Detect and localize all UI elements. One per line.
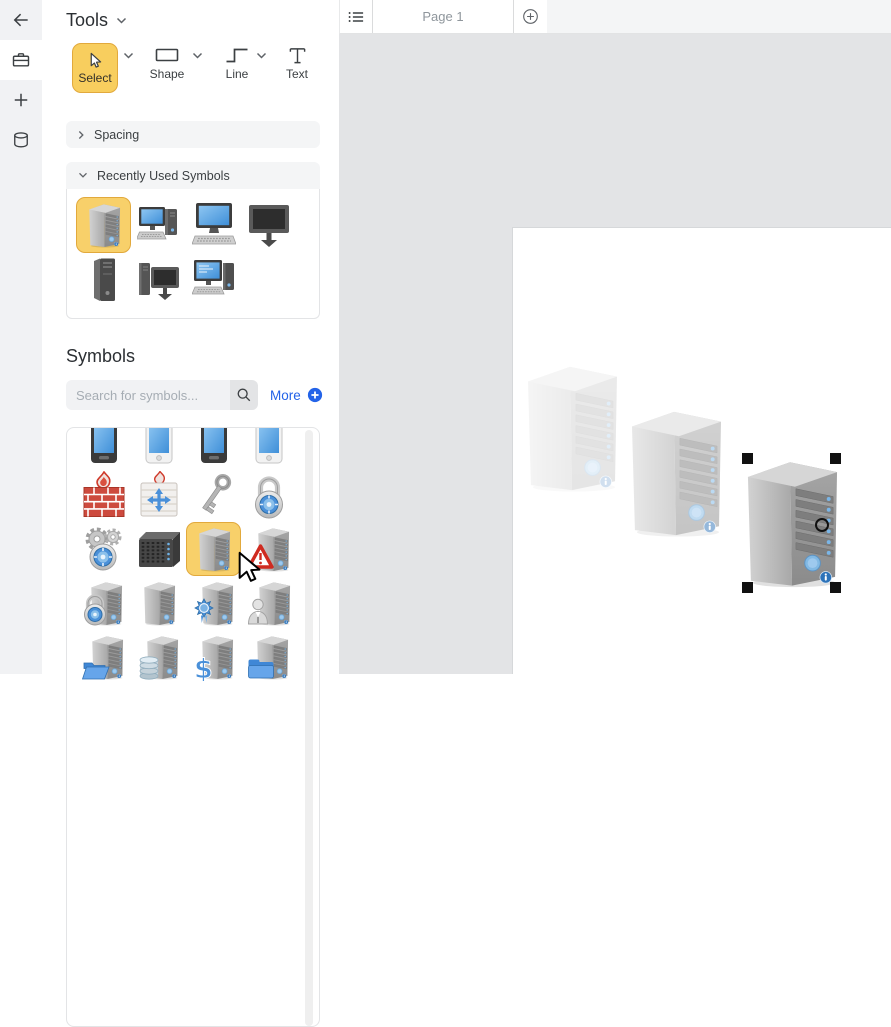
symbol-server-badge[interactable] [186, 576, 241, 630]
chevron-right-icon [78, 130, 85, 140]
search-icon [236, 387, 252, 403]
tools-header[interactable]: Tools [66, 10, 320, 31]
canvas-shape-server-lg[interactable] [629, 405, 723, 538]
tool-select[interactable]: Select [72, 43, 118, 93]
tool-line-label: Line [226, 67, 249, 81]
selection-handle[interactable] [830, 453, 841, 464]
symbols-more-link[interactable]: More [270, 387, 323, 403]
shape-dropdown-chevron[interactable] [192, 52, 203, 60]
symbol-server-tower[interactable] [186, 522, 241, 576]
app-root: Tools Select Shape Line [0, 0, 891, 674]
symbol-phone-white[interactable] [131, 427, 186, 468]
drawing-canvas[interactable] [339, 34, 891, 674]
back-button[interactable] [0, 0, 42, 40]
tool-select-label: Select [78, 71, 111, 85]
text-icon [288, 46, 307, 65]
symbol-server-folder[interactable] [241, 630, 296, 684]
symbol-pc-with-monitor[interactable] [131, 253, 186, 309]
tools-toolbar: Select Shape Line Text [66, 43, 320, 105]
symbol-padlock[interactable] [241, 468, 296, 522]
symbol-search-row: More [66, 380, 320, 410]
symbol-phone-dark[interactable] [186, 427, 241, 468]
symbol-monitor[interactable] [241, 197, 296, 253]
symbol-server-dollar[interactable] [186, 630, 241, 684]
add-page-icon [522, 8, 539, 25]
symbols-grid [67, 427, 319, 684]
chevron-down-icon [78, 172, 88, 179]
shapes-layer [339, 34, 891, 674]
section-spacing[interactable]: Spacing [66, 121, 320, 148]
selection-handle[interactable] [830, 582, 841, 593]
line-icon [225, 46, 249, 64]
canvas-area: Page 1 [339, 0, 891, 674]
symbol-key[interactable] [186, 468, 241, 522]
section-recently-used-label: Recently Used Symbols [97, 169, 230, 183]
tools-panel: Tools Select Shape Line [42, 0, 339, 674]
back-arrow-icon [11, 10, 31, 30]
tool-text-label: Text [286, 67, 308, 81]
canvas-shape-server-lg[interactable] [525, 360, 619, 493]
symbol-phone-dark[interactable] [76, 427, 131, 468]
section-recently-used[interactable]: Recently Used Symbols [66, 162, 320, 189]
tools-title: Tools [66, 10, 108, 31]
symbol-search-input[interactable] [66, 380, 230, 410]
symbol-server-folder-open[interactable] [76, 630, 131, 684]
page-list-button[interactable] [340, 0, 372, 33]
symbol-gears-lock[interactable] [76, 522, 131, 576]
symbols-card [66, 427, 320, 1027]
briefcase-icon [11, 50, 31, 70]
symbol-server-plain[interactable] [131, 576, 186, 630]
list-icon [347, 9, 365, 25]
symbol-workstation[interactable] [186, 197, 241, 253]
symbols-heading: Symbols [66, 346, 320, 367]
shape-icon [155, 46, 179, 64]
database-icon [11, 130, 31, 150]
selection-handle[interactable] [742, 582, 753, 593]
symbol-firewall[interactable] [76, 468, 131, 522]
tool-text[interactable]: Text [277, 45, 317, 83]
symbol-server-tower[interactable] [76, 197, 131, 253]
symbol-rack-switch[interactable] [131, 522, 186, 576]
rail-item-add[interactable] [0, 80, 42, 120]
page-tabbar: Page 1 [339, 0, 891, 34]
symbol-tower-pc[interactable] [76, 253, 131, 309]
connection-point-ring[interactable] [815, 518, 829, 532]
rail-item-toolbox[interactable] [0, 40, 42, 80]
recently-used-card [66, 189, 320, 319]
plus-icon [11, 90, 31, 110]
symbol-pc-blue-screen[interactable] [186, 253, 241, 309]
symbol-phone-white[interactable] [241, 427, 296, 468]
add-symbols-icon [307, 387, 323, 403]
add-page-button[interactable] [514, 0, 547, 33]
tool-shape[interactable]: Shape [147, 45, 187, 83]
symbol-server-lock[interactable] [76, 576, 131, 630]
section-spacing-label: Spacing [94, 128, 139, 142]
recently-used-grid [67, 189, 319, 309]
symbol-server-admin[interactable] [241, 576, 296, 630]
more-label: More [270, 388, 301, 403]
symbol-desktop-pc[interactable] [131, 197, 186, 253]
left-rail [0, 0, 42, 674]
select-dropdown-chevron[interactable] [123, 52, 134, 60]
symbol-server-database[interactable] [131, 630, 186, 684]
page-tab[interactable]: Page 1 [372, 0, 514, 33]
chevron-down-icon [116, 17, 127, 25]
page-tab-label: Page 1 [422, 9, 463, 24]
tool-line[interactable]: Line [217, 45, 257, 83]
symbol-search-button[interactable] [230, 380, 258, 410]
pointer-icon [87, 52, 104, 69]
tool-shape-label: Shape [150, 67, 185, 81]
symbol-server-warning[interactable] [241, 522, 296, 576]
symbols-scrollbar[interactable] [305, 430, 313, 1026]
line-dropdown-chevron[interactable] [256, 52, 267, 60]
selection-handle[interactable] [742, 453, 753, 464]
rail-item-data[interactable] [0, 120, 42, 160]
symbol-firewall-route[interactable] [131, 468, 186, 522]
